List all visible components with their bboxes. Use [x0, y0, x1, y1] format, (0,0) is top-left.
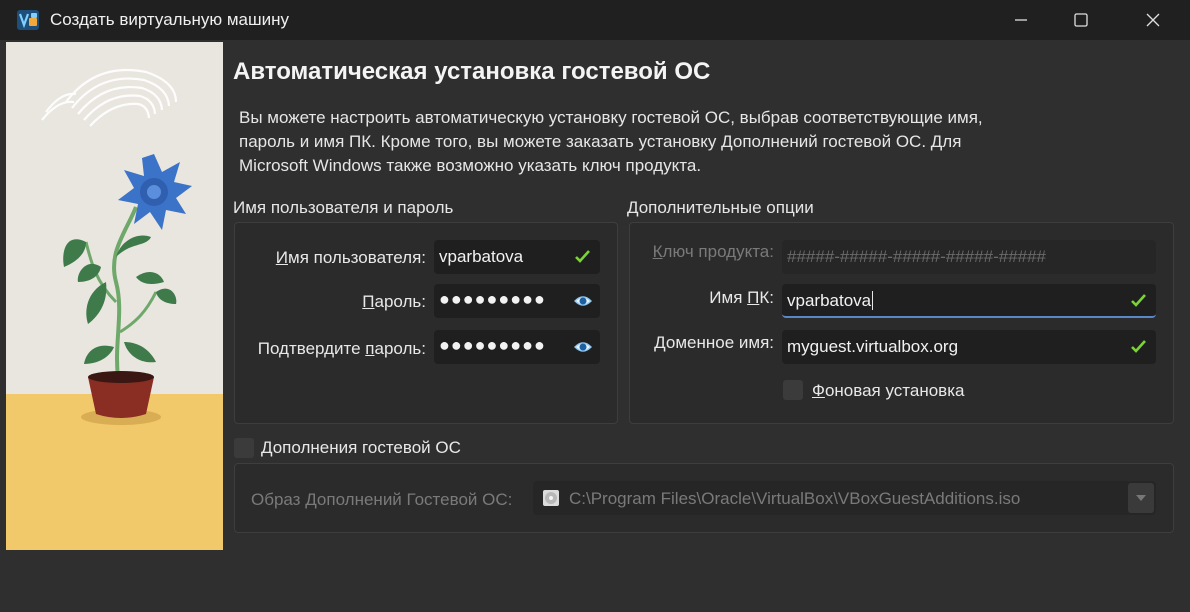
guest-additions-label[interactable]: Дополнения гостевой ОС [261, 438, 461, 458]
password-field[interactable]: ●●●●●●●●● [434, 284, 600, 318]
maximize-button[interactable] [1052, 0, 1110, 40]
show-password-eye-icon[interactable] [574, 294, 592, 308]
page-heading: Автоматическая установка гостевой ОС [233, 58, 711, 85]
hostname-label: Имя ПК: [709, 288, 774, 307]
close-icon [1146, 13, 1160, 27]
close-button[interactable] [1124, 0, 1182, 40]
valid-check-icon [1131, 294, 1146, 307]
unattended-install-label[interactable]: Фоновая установка [812, 381, 964, 401]
confirm-password-value: ●●●●●●●●● [439, 335, 546, 355]
hostname-value: vparbatova [787, 291, 874, 310]
options-group-title: Дополнительные опции [627, 198, 814, 217]
guest-additions-checkbox[interactable] [234, 438, 254, 458]
product-key-placeholder: #####-#####-#####-#####-##### [787, 247, 1047, 266]
domain-field[interactable]: myguest.virtualbox.org [782, 330, 1156, 364]
page-description: Вы можете настроить автоматическую устан… [239, 108, 983, 175]
maximize-icon [1074, 13, 1088, 27]
iso-label: Образ Дополнений Гостевой ОС: [251, 490, 513, 509]
product-key-field: #####-#####-#####-#####-##### [782, 240, 1156, 274]
iso-path-selector: C:\Program Files\Oracle\VirtualBox\VBoxG… [533, 481, 1156, 515]
hostname-field[interactable]: vparbatova [782, 284, 1156, 318]
password-value: ●●●●●●●●● [439, 289, 546, 309]
username-label: Имя пользователя: [275, 248, 426, 267]
window-title: Создать виртуальную машину [50, 10, 289, 29]
optical-disc-icon [543, 490, 559, 506]
show-password-eye-icon[interactable] [574, 340, 592, 354]
password-label: Пароль: [362, 292, 426, 311]
domain-label: Доменное имя: [654, 333, 774, 352]
product-key-label: Ключ продукта: [652, 242, 774, 261]
minimize-icon [1015, 19, 1027, 21]
iso-dropdown-button [1128, 483, 1154, 513]
unattended-install-checkbox[interactable] [783, 380, 803, 400]
username-field[interactable]: vparbatova [434, 240, 600, 274]
wizard-illustration [6, 42, 223, 550]
valid-check-icon [1131, 340, 1146, 353]
iso-path-value: C:\Program Files\Oracle\VirtualBox\VBoxG… [569, 489, 1021, 508]
valid-check-icon [575, 250, 590, 263]
title-bar: Создать виртуальную машину [0, 0, 1190, 40]
domain-value: myguest.virtualbox.org [787, 337, 959, 356]
chevron-down-icon [1136, 495, 1146, 501]
user-group-title: Имя пользователя и пароль [233, 198, 454, 217]
minimize-button[interactable] [992, 0, 1050, 40]
confirm-password-label: Подтвердите пароль: [257, 339, 426, 358]
virtualbox-logo-icon [17, 10, 39, 30]
confirm-password-field[interactable]: ●●●●●●●●● [434, 330, 600, 364]
username-value: vparbatova [439, 247, 524, 266]
